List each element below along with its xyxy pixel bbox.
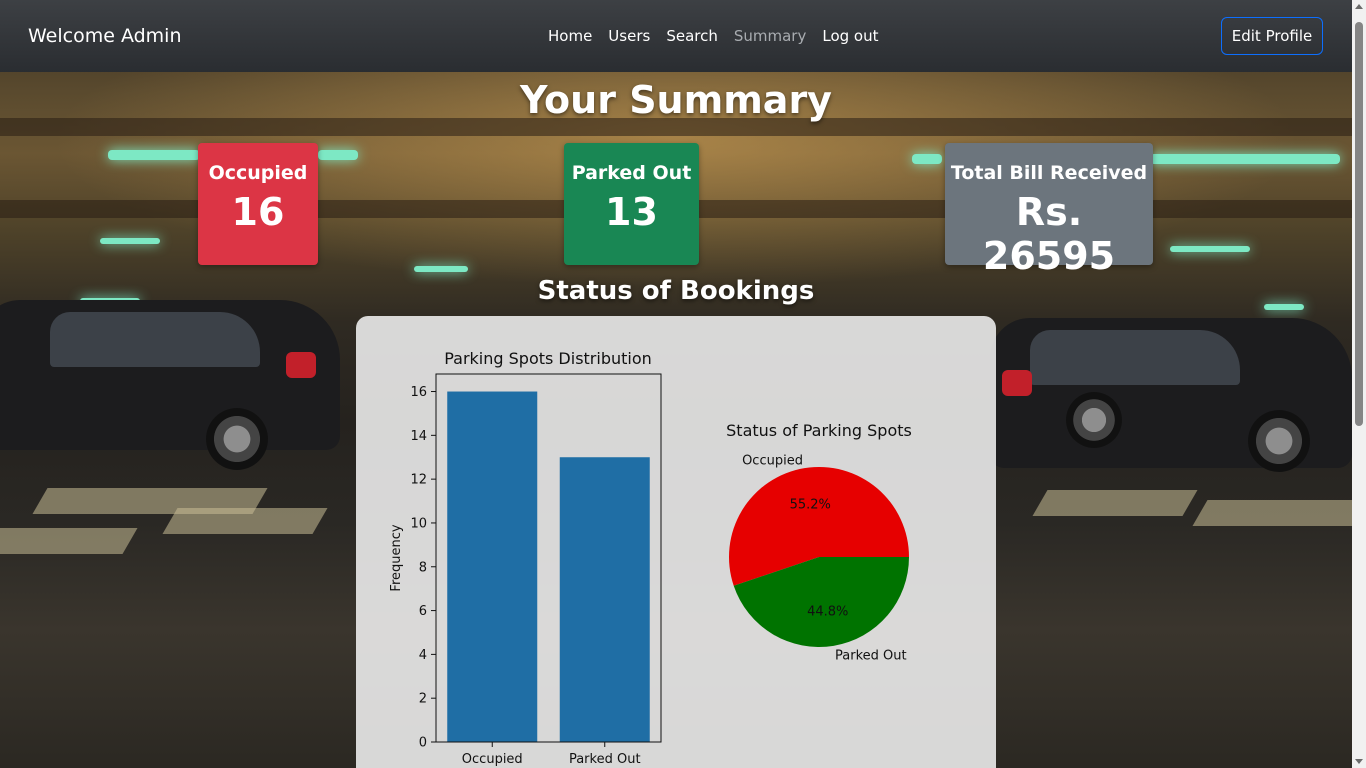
parked-out-card: Parked Out 13 <box>564 143 699 265</box>
bar-chart-marks <box>447 391 650 742</box>
nav-link-search[interactable]: Search <box>666 27 718 45</box>
nav-link-logout[interactable]: Log out <box>822 27 878 45</box>
page-scrollbar[interactable] <box>1352 0 1366 768</box>
nav-link-users[interactable]: Users <box>608 27 650 45</box>
occupied-card-label: Occupied <box>208 162 308 184</box>
charts-panel: Parking Spots Distribution 0 2 4 6 8 10 12 14 16… <box>356 316 996 768</box>
bar-chart-y-ticks: 0 2 4 6 8 10 12 14 16 <box>410 385 436 751</box>
car-wheel <box>1066 392 1122 448</box>
floor-stripe <box>162 508 328 534</box>
car-wheel <box>206 408 268 470</box>
y-tick-label: 2 <box>419 692 427 707</box>
scrollbar-thumb[interactable] <box>1355 22 1363 426</box>
parked-out-card-value: 13 <box>605 190 658 234</box>
ceiling-lamp <box>100 238 160 244</box>
car-taillight <box>1002 370 1032 396</box>
edit-profile-button[interactable]: Edit Profile <box>1221 17 1323 55</box>
pie-chart-marks: 55.2% Occupied 44.8% Parked Out <box>729 453 909 664</box>
y-tick-label: 16 <box>410 385 427 400</box>
total-bill-card-value: Rs. 26595 <box>982 190 1116 278</box>
ceiling-lamp <box>108 150 200 160</box>
y-tick-label: 4 <box>419 648 427 663</box>
bar-chart-x-ticks: Occupied Parked Out <box>462 742 641 767</box>
y-tick-label: 6 <box>419 604 427 619</box>
occupied-card-value: 16 <box>231 190 285 234</box>
x-tick-label: Occupied <box>462 752 523 767</box>
y-tick-label: 14 <box>410 429 427 444</box>
floor-stripe <box>1192 500 1352 526</box>
x-tick-label: Parked Out <box>569 752 641 767</box>
scroll-up-arrow-icon[interactable] <box>1355 4 1363 9</box>
pie-percent-label: 44.8% <box>807 604 848 619</box>
floor-stripe <box>0 528 138 554</box>
y-tick-label: 10 <box>410 516 427 531</box>
section-title: Status of Bookings <box>537 276 815 306</box>
bar-parked-out <box>559 457 650 742</box>
y-tick-label: 8 <box>419 560 427 575</box>
parked-out-card-label: Parked Out <box>571 162 692 184</box>
bar-chart: Parking Spots Distribution 0 2 4 6 8 10 12 14 16… <box>389 349 662 767</box>
floor-stripe <box>1032 490 1198 516</box>
ceiling-lamp <box>912 154 942 164</box>
ceiling-lamp <box>1150 154 1340 164</box>
scroll-down-arrow-icon[interactable] <box>1355 759 1363 764</box>
nav-links: Home Users Search Summary Log out <box>548 27 879 45</box>
pie-chart: Status of Parking Spots 55.2% Occupied 44.… <box>726 421 912 664</box>
nav-link-home[interactable]: Home <box>548 27 592 45</box>
ceiling-lamp <box>414 266 468 272</box>
navbar-brand[interactable]: Welcome Admin <box>28 25 182 47</box>
pie-percent-label: 55.2% <box>790 498 831 513</box>
occupied-card: Occupied 16 <box>198 143 318 265</box>
bar-occupied <box>447 391 538 742</box>
ceiling-lamp <box>1170 246 1250 252</box>
car-wheel <box>1248 410 1310 472</box>
total-bill-card: Total Bill Received Rs. 26595 <box>945 143 1153 278</box>
car-taillight <box>286 352 316 378</box>
nav-link-summary[interactable]: Summary <box>734 27 807 45</box>
y-tick-label: 0 <box>419 736 427 751</box>
pie-chart-title: Status of Parking Spots <box>726 421 912 440</box>
charts-svg: Parking Spots Distribution 0 2 4 6 8 10 12 14 16… <box>389 349 912 767</box>
bar-chart-y-axis-label: Frequency <box>389 524 404 591</box>
bar-chart-title: Parking Spots Distribution <box>444 349 652 368</box>
total-bill-card-label: Total Bill Received <box>950 162 1148 184</box>
top-navbar: Welcome Admin Home Users Search Summary … <box>0 0 1352 72</box>
y-tick-label: 12 <box>410 473 427 488</box>
ceiling-lamp <box>318 150 358 160</box>
pie-slice-label: Occupied <box>742 453 803 468</box>
pie-slice-label: Parked Out <box>835 649 907 664</box>
page-title: Your Summary <box>520 78 832 122</box>
